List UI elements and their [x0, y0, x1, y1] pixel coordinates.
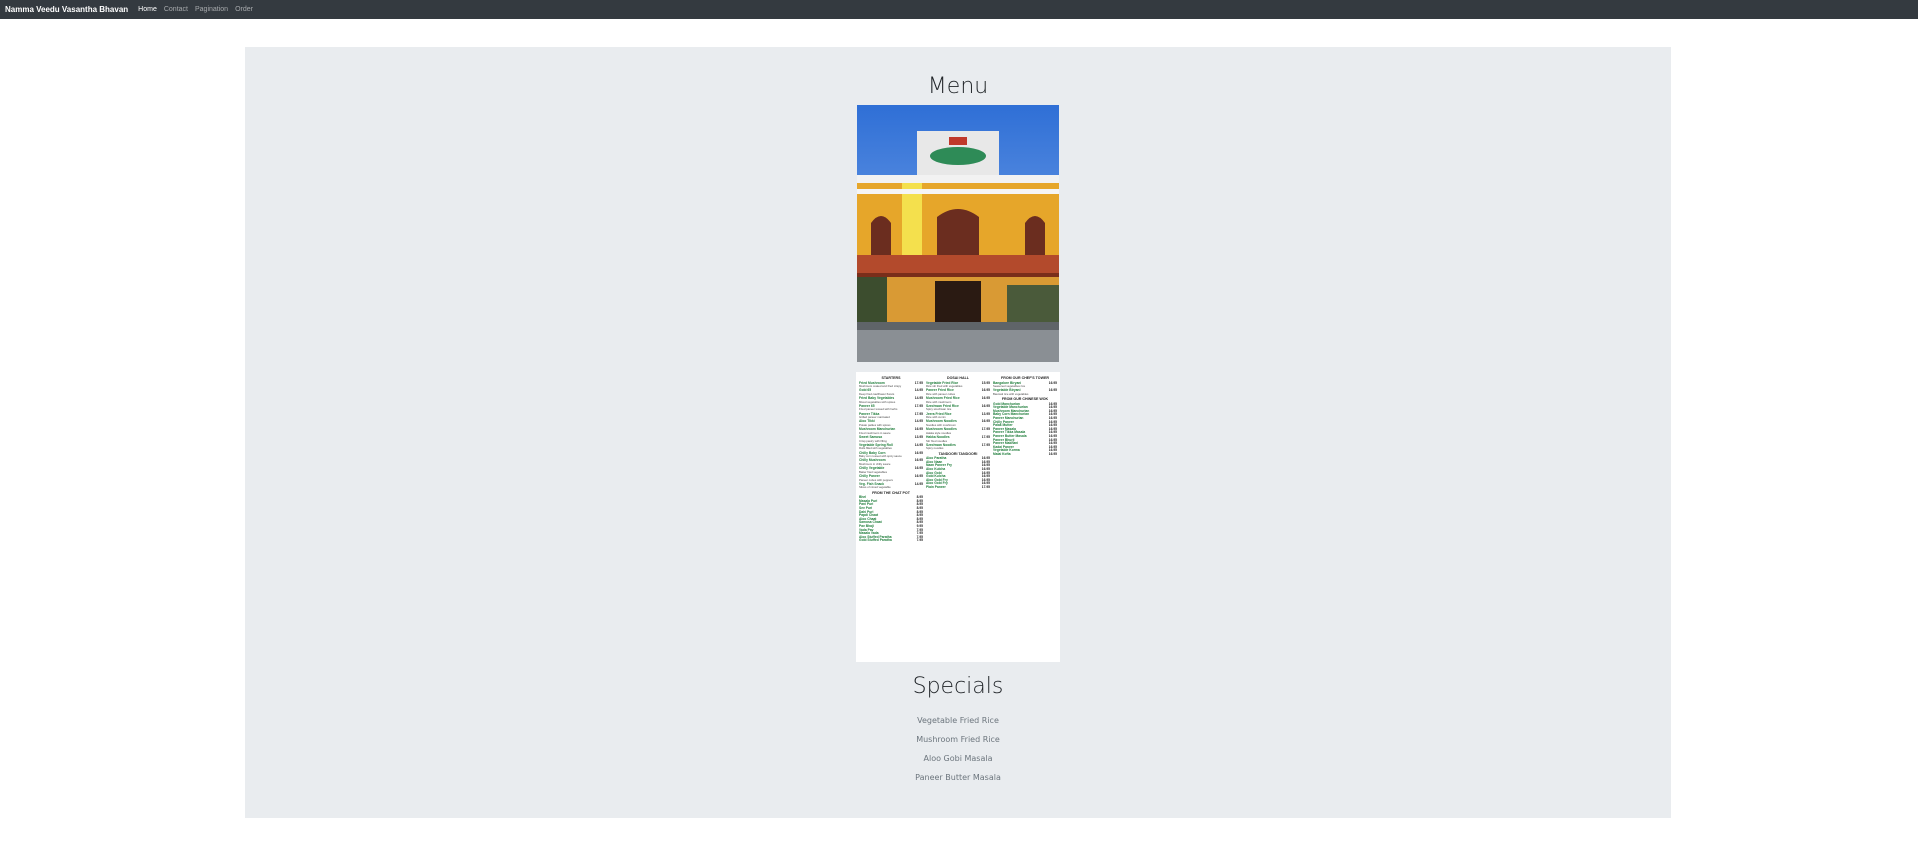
special-item: Mushroom Fried Rice: [916, 735, 1000, 744]
menu-item: Plain Paneer 17.95: [926, 484, 990, 490]
menu-item-price: 7.95: [916, 538, 923, 543]
menu-item-price: 14.95: [914, 481, 923, 486]
menu-item-name: Gobi Stuffed Paratha: [859, 538, 892, 543]
menu-item-price: 17.95: [914, 411, 923, 416]
restaurant-photo: [857, 105, 1059, 362]
menu-item-price: 17.95: [981, 442, 990, 447]
menu-item-price: 13.95: [981, 411, 990, 416]
specials-list: Vegetable Fried Rice Mushroom Fried Rice…: [245, 716, 1671, 792]
menu-item-description: Basmati rice with vegetables: [993, 391, 1029, 396]
menu-item-price: 17.95: [981, 435, 990, 440]
specials-heading: Specials: [912, 674, 1004, 699]
menu-item-description: Slices of mixed vegetable: [859, 485, 891, 490]
menu-item-price: 16.95: [914, 427, 923, 432]
menu-item-price: 16.95: [1048, 380, 1057, 385]
nav-link-contact[interactable]: Contact: [164, 6, 188, 13]
nav-link-pagination[interactable]: Pagination: [195, 6, 228, 13]
menu-column-1: STARTERS Fried Mushroom 17.95 Mushroom coa…: [859, 376, 923, 543]
menu-item-price: 16.95: [914, 458, 923, 463]
menu-item-price: 17.95: [981, 427, 990, 432]
menu-item-price: 16.95: [914, 466, 923, 471]
special-item: Aloo Gobi Masala: [923, 754, 993, 763]
jumbotron: Menu STARTERS Fried Mushroom 17.95 Mushr…: [245, 47, 1671, 818]
nav-link-order[interactable]: Order: [235, 6, 253, 13]
navbar: Namma Veedu Vasantha Bhavan Home Contact…: [0, 0, 1918, 19]
menu-item-price: 13.95: [914, 435, 923, 440]
menu-item-price: 16.95: [981, 419, 990, 424]
menu-item: Malai Kofta 16.95: [993, 451, 1057, 457]
special-item: Vegetable Fried Rice: [917, 716, 999, 725]
menu-item-price: 16.95: [981, 388, 990, 393]
menu-item-price: 16.95: [1048, 388, 1057, 393]
menu-card-image: STARTERS Fried Mushroom 17.95 Mushroom coa…: [856, 372, 1060, 662]
menu-item-price: 16.95: [914, 450, 923, 455]
menu-column-3: FROM OUR CHEF'S TOWER Bangalore Biryani 1…: [993, 376, 1057, 457]
menu-item-price: 16.95: [981, 403, 990, 408]
menu-item-price: 17.95: [914, 380, 923, 385]
menu-item-description: Spicy noodles: [926, 446, 944, 451]
menu-item: Gobi Stuffed Paratha 7.95: [859, 539, 923, 543]
menu-item-price: 14.95: [914, 442, 923, 447]
menu-item-price: 16.95: [1048, 451, 1057, 456]
menu-item-price: 16.95: [914, 474, 923, 479]
menu-item-price: 15.95: [981, 380, 990, 385]
menu-item-price: 16.95: [981, 396, 990, 401]
nav-link-home[interactable]: Home: [138, 6, 157, 13]
menu-item-name: Plain Paneer: [926, 484, 946, 489]
menu-column-2: DOSAI HALL Vegetable Fried Rice 15.95 Rice…: [926, 376, 990, 490]
menu-item-price: 14.95: [914, 419, 923, 424]
menu-item-price: 17.95: [981, 484, 990, 489]
menu-heading: Menu: [927, 74, 989, 99]
navbar-brand[interactable]: Namma Veedu Vasantha Bhavan: [5, 5, 128, 14]
menu-item-price: 14.95: [914, 396, 923, 401]
menu-item-price: 14.95: [914, 388, 923, 393]
menu-item-price: 17.95: [914, 403, 923, 408]
special-item: Paneer Butter Masala: [915, 773, 1001, 782]
menu-item-name: Malai Kofta: [993, 451, 1011, 456]
